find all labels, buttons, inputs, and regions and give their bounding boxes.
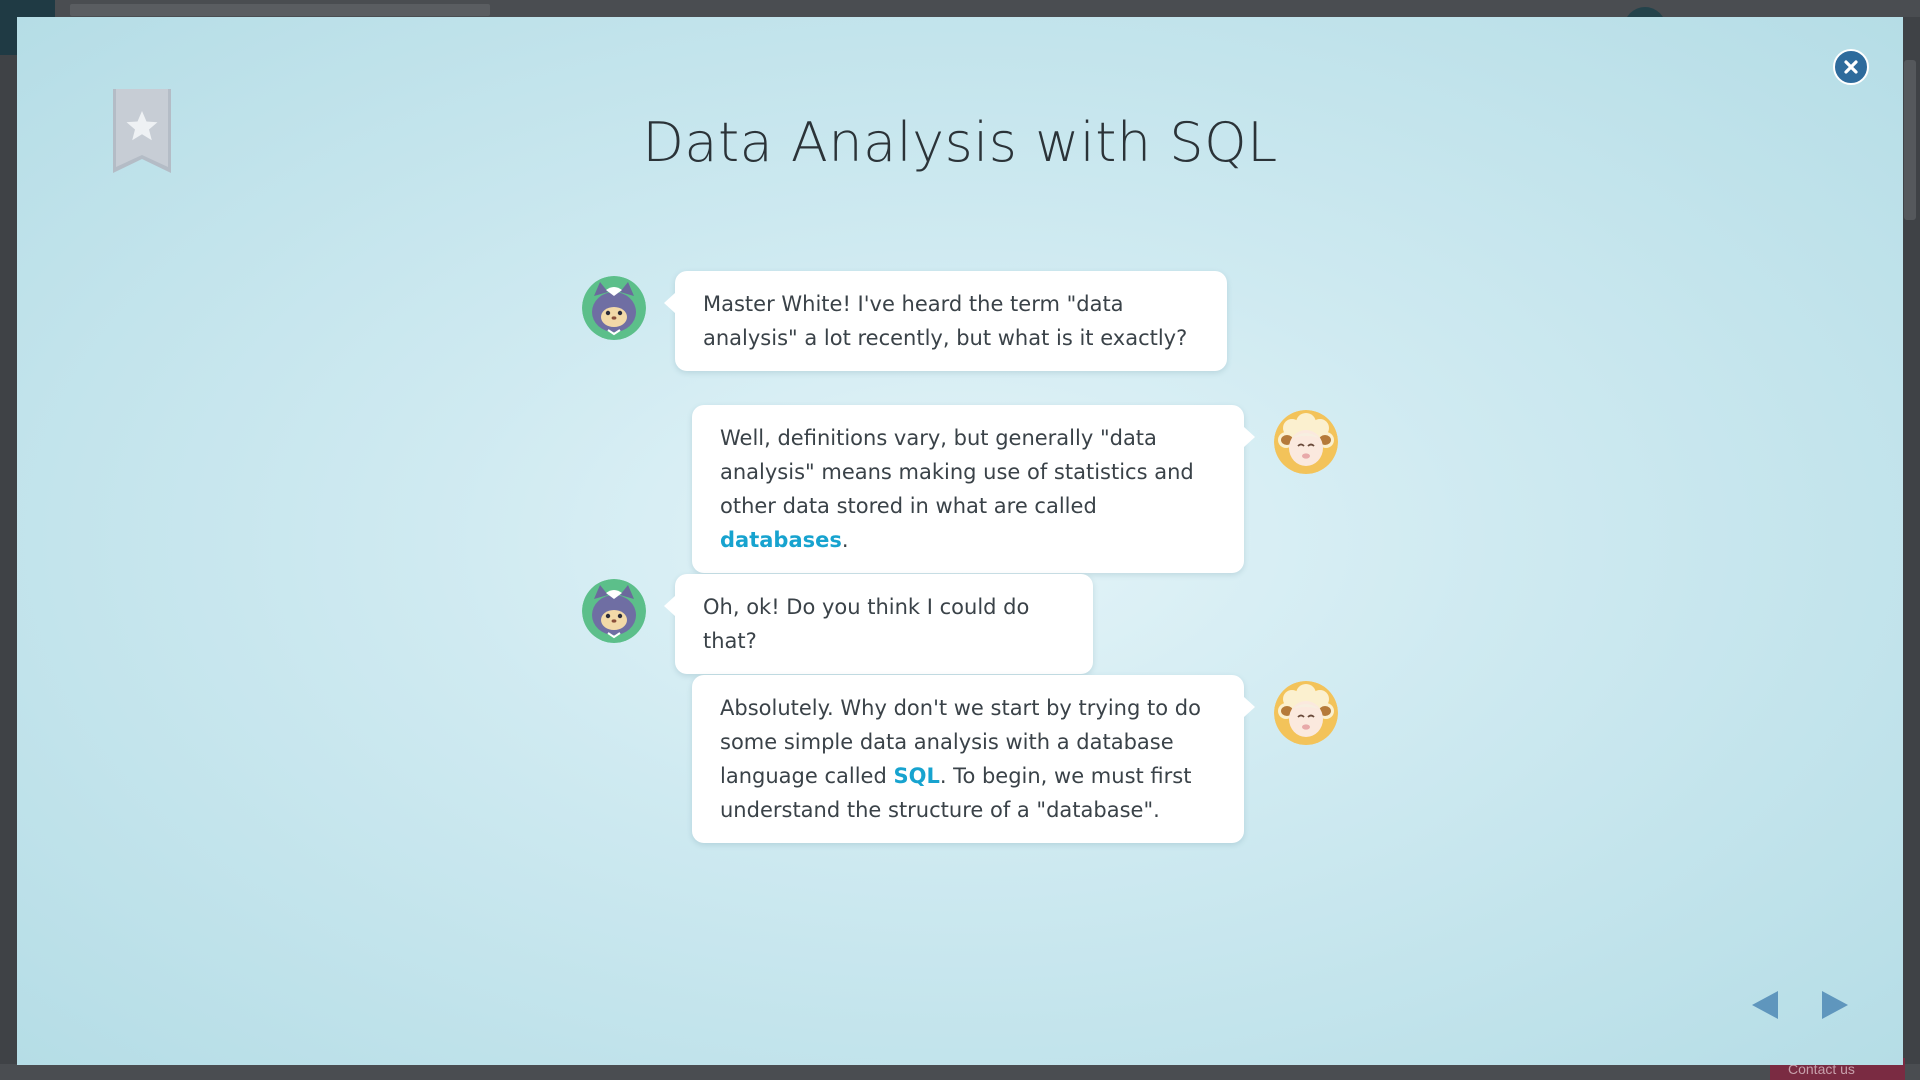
background-scrollbar xyxy=(1904,60,1916,220)
student-avatar xyxy=(582,276,646,340)
close-button[interactable] xyxy=(1833,49,1869,85)
previous-arrow-icon xyxy=(1752,991,1778,1019)
lesson-title: Data Analysis with SQL xyxy=(642,111,1278,174)
message-text: Oh, ok! Do you think I could do that? xyxy=(703,595,1030,653)
next-page-button[interactable] xyxy=(1818,987,1852,1023)
sheep-character-avatar xyxy=(1274,410,1338,474)
chat-bubble-teacher-2: Absolutely. Why don't we start by trying… xyxy=(692,675,1255,843)
chat-bubble-teacher-1: Well, definitions vary, but generally "d… xyxy=(692,405,1255,573)
message-text: Master White! I've heard the term "data … xyxy=(703,292,1188,350)
background-search-bar xyxy=(70,4,490,16)
message-text: . xyxy=(841,528,849,552)
previous-page-button[interactable] xyxy=(1748,987,1782,1023)
cat-character-avatar xyxy=(582,579,646,643)
teacher-avatar xyxy=(1274,410,1338,474)
lesson-modal: Data Analysis with SQL Master White! I'v… xyxy=(17,17,1903,1065)
message-text: Well, definitions vary, but generally "d… xyxy=(720,426,1194,518)
chat-bubble-student-2: Oh, ok! Do you think I could do that? xyxy=(664,574,1093,674)
chat-bubble-student-1: Master White! I've heard the term "data … xyxy=(664,271,1227,371)
teacher-avatar xyxy=(1274,681,1338,745)
student-avatar xyxy=(582,579,646,643)
background-bottom-bar xyxy=(0,1064,1920,1080)
close-icon xyxy=(1844,60,1858,74)
keyword-link-databases[interactable]: databases xyxy=(720,528,842,552)
sheep-character-avatar xyxy=(1274,681,1338,745)
cat-character-avatar xyxy=(582,276,646,340)
next-arrow-icon xyxy=(1822,991,1848,1019)
keyword-link-sql[interactable]: SQL xyxy=(893,764,939,788)
